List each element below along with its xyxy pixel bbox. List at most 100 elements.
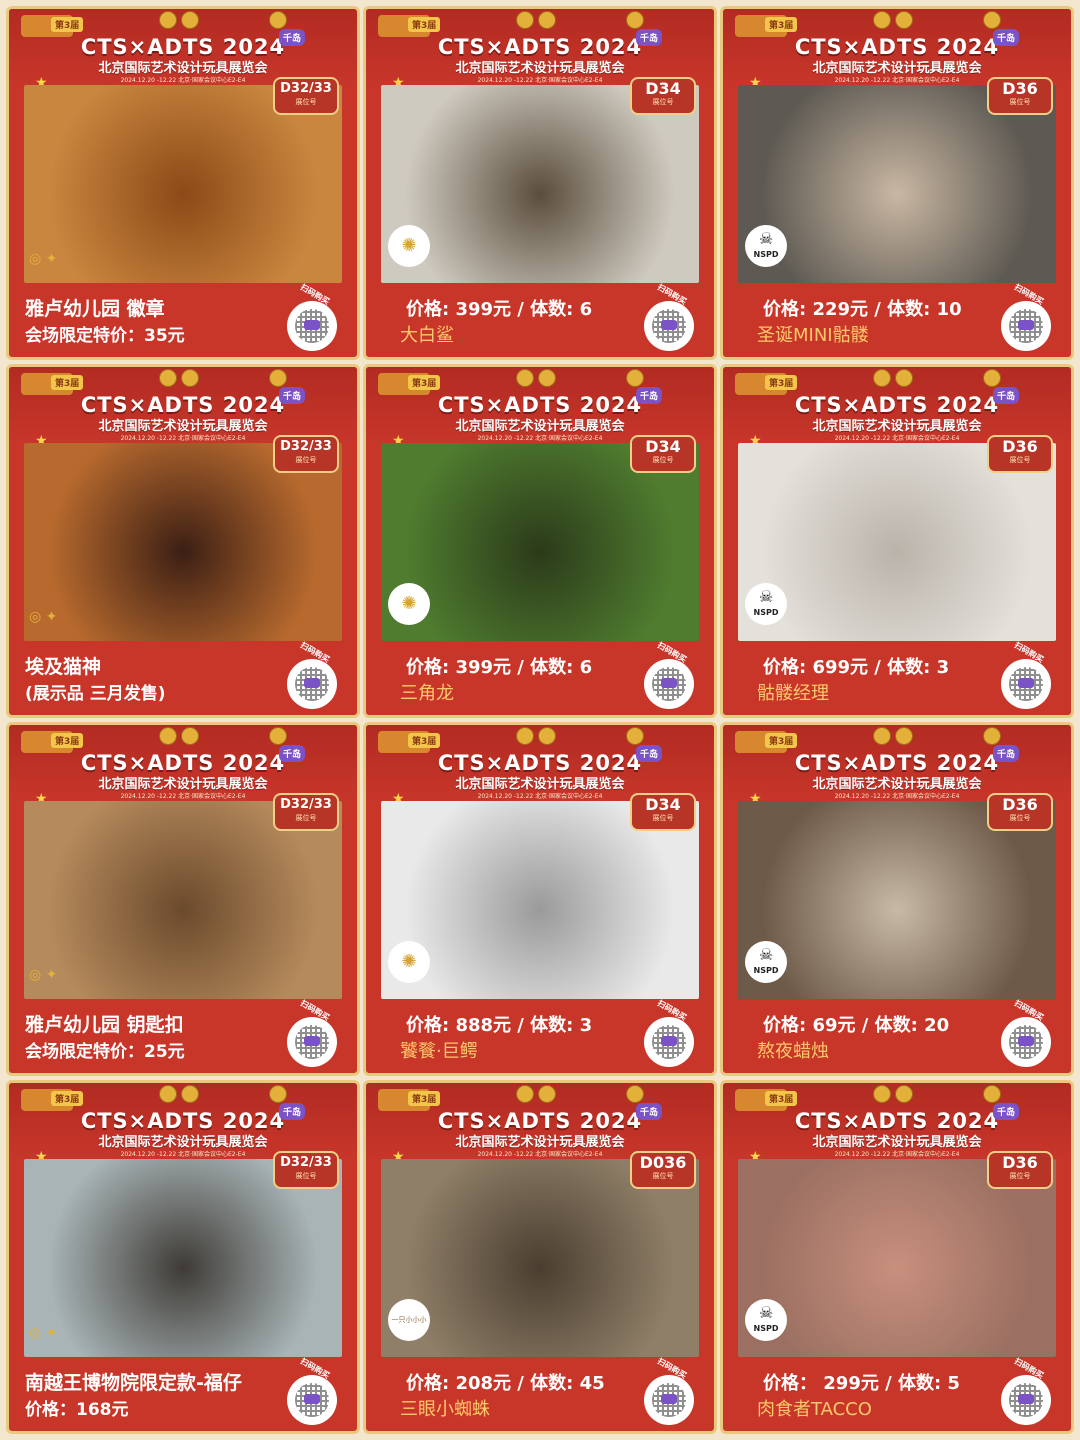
nspd-logo: ☠ NSPD — [745, 1299, 787, 1341]
product-card-9[interactable]: 第3届 CTS×ADTS 2024 北京国际艺术设计玩具展览会 2024.12.… — [720, 722, 1074, 1076]
booth-number: D32/33 — [280, 439, 332, 454]
product-title: 雅卢幼儿园 徽章 — [25, 298, 165, 320]
price-quantity: 价格: 69元 / 体数: 20 — [763, 1015, 950, 1036]
brand-logos-icon: ◎ ✦ — [29, 251, 58, 267]
booth-label: 展位号 — [652, 1172, 674, 1180]
bell-icon — [538, 369, 556, 387]
qr-code[interactable] — [646, 661, 692, 707]
product-price-note: 价格：168元 — [25, 1400, 129, 1420]
bell-icon — [873, 11, 891, 29]
qr-code[interactable] — [1003, 661, 1049, 707]
product-card-5[interactable]: 第3届 CTS×ADTS 2024 北京国际艺术设计玩具展览会 2024.12.… — [363, 364, 717, 718]
edition-tag: 第3届 — [51, 17, 84, 32]
qr-code[interactable] — [1003, 1019, 1049, 1065]
booth-badge: D036 展位号 — [630, 1151, 696, 1189]
skull-icon: ☠ — [758, 1303, 774, 1322]
qr-code[interactable] — [1003, 303, 1049, 349]
bell-icon — [873, 369, 891, 387]
nspd-logo-text: NSPD — [753, 966, 779, 975]
booth-badge: D32/33 展位号 — [273, 435, 339, 473]
booth-number: D32/33 — [280, 797, 332, 812]
edition-tag: 第3届 — [765, 1091, 798, 1106]
skull-icon: ☠ — [758, 945, 774, 964]
qiandao-badge: 千岛 — [278, 387, 305, 404]
booth-badge: D36 展位号 — [987, 435, 1053, 473]
exhibition-subtitle: 北京国际艺术设计玩具展览会 — [98, 777, 268, 792]
product-card-4[interactable]: 第3届 CTS×ADTS 2024 北京国际艺术设计玩具展览会 2024.12.… — [6, 364, 360, 718]
bell-icon — [181, 1085, 199, 1103]
exhibition-subtitle: 北京国际艺术设计玩具展览会 — [455, 1135, 625, 1150]
qr-code[interactable] — [646, 303, 692, 349]
pumpkin-icon — [269, 727, 287, 745]
product-card-2[interactable]: 第3届 CTS×ADTS 2024 北京国际艺术设计玩具展览会 2024.12.… — [363, 6, 717, 360]
exhibition-subtitle: 北京国际艺术设计玩具展览会 — [455, 61, 625, 76]
product-name: 大白鲨 — [400, 325, 454, 346]
qr-code[interactable] — [646, 1377, 692, 1423]
qiandao-badge: 千岛 — [278, 745, 305, 762]
bell-icon — [516, 11, 534, 29]
product-card-11[interactable]: 第3届 CTS×ADTS 2024 北京国际艺术设计玩具展览会 2024.12.… — [363, 1080, 717, 1434]
bell-icon — [181, 369, 199, 387]
booth-label: 展位号 — [652, 456, 674, 464]
bell-icon — [516, 1085, 534, 1103]
brand-logos-icon: ◎ ✦ — [29, 1325, 58, 1341]
brand-logos-icon: ◎ ✦ — [29, 967, 58, 983]
product-title: 南越王博物院限定款-福仔 — [25, 1372, 242, 1394]
qiandao-badge: 千岛 — [635, 745, 662, 762]
booth-label: 展位号 — [1009, 814, 1031, 822]
edition-tag: 第3届 — [408, 17, 441, 32]
nspd-logo: ☠ NSPD — [745, 583, 787, 625]
exhibition-banner: 第3届 CTS×ADTS 2024 北京国际艺术设计玩具展览会 2024.12.… — [366, 1083, 714, 1170]
bell-icon — [159, 11, 177, 29]
price-quantity: 价格: 208元 / 体数: 45 — [406, 1373, 605, 1394]
booth-badge: D32/33 展位号 — [273, 1151, 339, 1189]
exhibition-banner: 第3届 CTS×ADTS 2024 北京国际艺术设计玩具展览会 2024.12.… — [9, 725, 357, 812]
pumpkin-icon — [983, 727, 1001, 745]
edition-tag: 第3届 — [765, 375, 798, 390]
product-card-6[interactable]: 第3届 CTS×ADTS 2024 北京国际艺术设计玩具展览会 2024.12.… — [720, 364, 1074, 718]
bell-icon — [516, 727, 534, 745]
qr-code[interactable] — [1003, 1377, 1049, 1423]
skull-icon: ☠ — [758, 229, 774, 248]
qr-code[interactable] — [289, 1019, 335, 1065]
product-card-12[interactable]: 第3届 CTS×ADTS 2024 北京国际艺术设计玩具展览会 2024.12.… — [720, 1080, 1074, 1434]
booth-badge: D34 展位号 — [630, 77, 696, 115]
nspd-logo-text: NSPD — [753, 250, 779, 259]
product-name: 饕餮·巨鳄 — [400, 1041, 478, 1062]
product-card-10[interactable]: 第3届 CTS×ADTS 2024 北京国际艺术设计玩具展览会 2024.12.… — [6, 1080, 360, 1434]
product-card-3[interactable]: 第3届 CTS×ADTS 2024 北京国际艺术设计玩具展览会 2024.12.… — [720, 6, 1074, 360]
booth-badge: D34 展位号 — [630, 435, 696, 473]
booth-number: D36 — [1002, 79, 1038, 98]
product-card-1[interactable]: 第3届 CTS×ADTS 2024 北京国际艺术设计玩具展览会 2024.12.… — [6, 6, 360, 360]
product-grid: 第3届 CTS×ADTS 2024 北京国际艺术设计玩具展览会 2024.12.… — [0, 0, 1080, 1440]
booth-label: 展位号 — [652, 98, 674, 106]
booth-label: 展位号 — [1009, 456, 1031, 464]
qr-code[interactable] — [289, 661, 335, 707]
qr-code[interactable] — [289, 303, 335, 349]
pumpkin-icon — [626, 1085, 644, 1103]
bell-icon — [516, 369, 534, 387]
product-title: 埃及猫神 — [25, 656, 102, 678]
exhibition-banner: 第3届 CTS×ADTS 2024 北京国际艺术设计玩具展览会 2024.12.… — [366, 367, 714, 454]
pumpkin-icon — [626, 11, 644, 29]
product-name: 肉食者TACCO — [757, 1399, 872, 1420]
product-card-7[interactable]: 第3届 CTS×ADTS 2024 北京国际艺术设计玩具展览会 2024.12.… — [6, 722, 360, 1076]
bell-icon — [895, 369, 913, 387]
booth-number: D34 — [645, 437, 681, 456]
edition-tag: 第3届 — [408, 733, 441, 748]
brand-logo: 一只小小小 — [388, 1299, 430, 1341]
exhibition-banner: 第3届 CTS×ADTS 2024 北京国际艺术设计玩具展览会 2024.12.… — [9, 367, 357, 454]
qr-code[interactable] — [646, 1019, 692, 1065]
product-name: 熬夜蜡烛 — [757, 1041, 829, 1062]
product-name: 三角龙 — [400, 683, 454, 704]
qr-code[interactable] — [289, 1377, 335, 1423]
qiandao-badge: 千岛 — [635, 29, 662, 46]
qiandao-badge: 千岛 — [635, 1103, 662, 1120]
booth-label: 展位号 — [652, 814, 674, 822]
booth-badge: D36 展位号 — [987, 77, 1053, 115]
price-quantity: 价格: 229元 / 体数: 10 — [763, 299, 962, 320]
exhibition-subtitle: 北京国际艺术设计玩具展览会 — [455, 419, 625, 434]
bell-icon — [159, 1085, 177, 1103]
product-card-8[interactable]: 第3届 CTS×ADTS 2024 北京国际艺术设计玩具展览会 2024.12.… — [363, 722, 717, 1076]
bell-icon — [538, 11, 556, 29]
